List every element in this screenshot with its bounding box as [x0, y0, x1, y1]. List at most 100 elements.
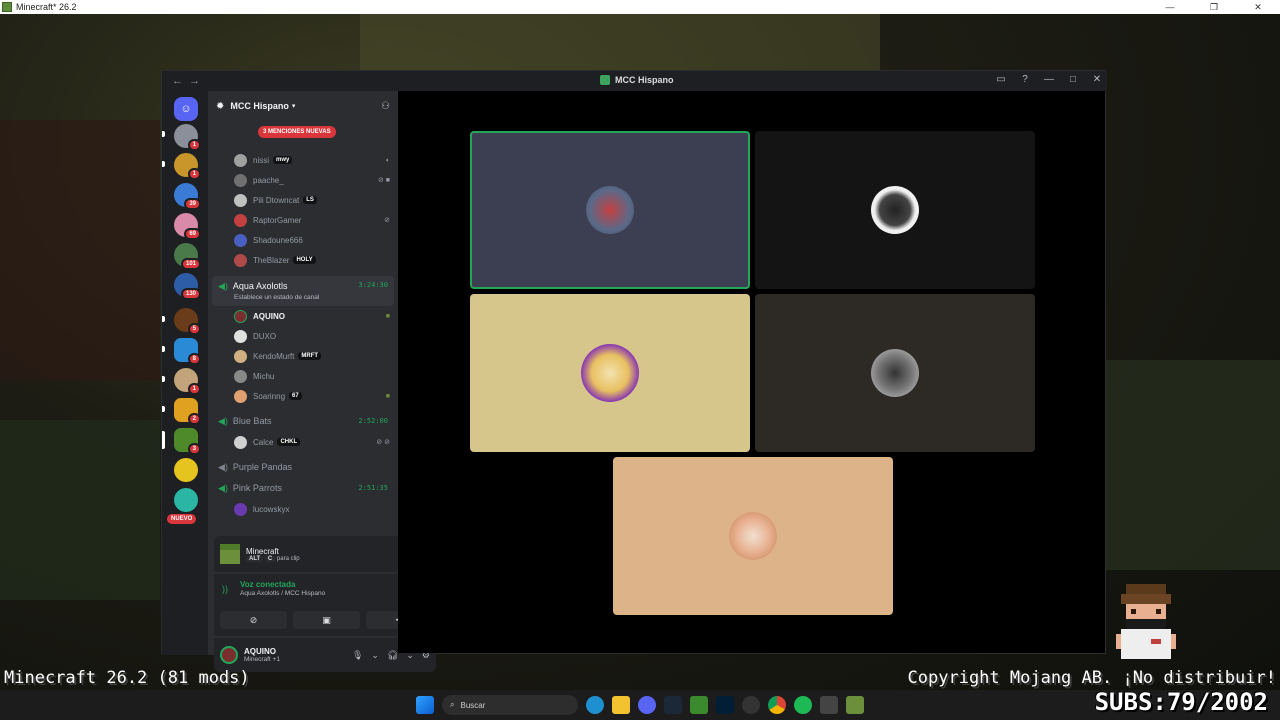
- mention-badge: 1: [187, 168, 201, 180]
- spotify-icon[interactable]: [794, 696, 812, 714]
- voice-channel-pink-parrots[interactable]: ◀) Pink Parrots 2:51:35: [212, 480, 394, 496]
- channel-status-prompt[interactable]: Establece un estado de canal: [234, 294, 319, 301]
- voice-user[interactable]: Pili Dtowncat LS: [234, 191, 390, 209]
- participant-tile[interactable]: [613, 457, 893, 615]
- voice-user[interactable]: lucowskyx: [234, 500, 390, 518]
- help-icon[interactable]: ?: [1019, 74, 1031, 85]
- chevron-down-icon[interactable]: ⌄: [371, 650, 379, 661]
- headphones-icon[interactable]: 🎧︎: [387, 650, 398, 661]
- unread-pip: [162, 316, 165, 322]
- channel-name: Purple Pandas: [232, 462, 292, 472]
- windows-start-icon[interactable]: [416, 696, 434, 714]
- invite-icon[interactable]: ⚇: [381, 101, 390, 112]
- minecraft-launcher-icon[interactable]: [690, 696, 708, 714]
- photoshop-icon[interactable]: [716, 696, 734, 714]
- file-explorer-icon[interactable]: [612, 696, 630, 714]
- voice-channel-purple-pandas[interactable]: ◀) Purple Pandas: [212, 459, 394, 475]
- discord-nav: ← →: [172, 75, 200, 87]
- voice-user[interactable]: KendoMurft MRFT: [234, 347, 390, 365]
- user-name: KendoMurft: [253, 351, 295, 361]
- discord-home-icon[interactable]: ☺: [174, 97, 198, 121]
- screen-share-button[interactable]: ▣: [293, 611, 360, 629]
- voice-user[interactable]: TheBlazer HOLY: [234, 251, 390, 269]
- voice-user[interactable]: RaptorGamer ⊘: [234, 211, 390, 229]
- server-icon-4[interactable]: 69: [174, 213, 201, 240]
- voice-user-self[interactable]: AQUINO ■: [234, 307, 390, 325]
- voice-user[interactable]: Soarinng 67 ■: [234, 387, 390, 405]
- participant-tile[interactable]: [470, 131, 750, 289]
- mic-icon[interactable]: 🎙︎: [352, 650, 363, 661]
- discord-titlebar: ← → MCC Hispano ▭ ? — □ ✕: [162, 71, 1107, 91]
- unread-pip: [162, 161, 165, 167]
- server-icon-12[interactable]: [174, 458, 198, 482]
- channel-timer: 3:24:30: [358, 281, 388, 289]
- taskbar-search[interactable]: ⌕ Buscar: [442, 695, 578, 715]
- discord-icon[interactable]: [638, 696, 656, 714]
- user-name: paache_: [253, 175, 284, 185]
- user-name: Pili Dtowncat: [253, 195, 300, 205]
- server-gear-icon: ✹: [216, 100, 225, 112]
- restore-icon[interactable]: ❐: [1192, 0, 1236, 14]
- server-icon-8[interactable]: 8: [174, 338, 201, 365]
- obs-icon[interactable]: [742, 696, 760, 714]
- app-icon[interactable]: [820, 696, 838, 714]
- minimize-icon[interactable]: —: [1148, 0, 1192, 14]
- voice-user[interactable]: paache_ ⊘ ■: [234, 171, 390, 189]
- new-pill[interactable]: NUEVO: [167, 514, 197, 524]
- selected-pip: [162, 431, 165, 449]
- participant-tile[interactable]: [470, 294, 750, 452]
- clip-hint: para clip: [276, 555, 300, 562]
- close-icon[interactable]: ✕: [1091, 74, 1103, 85]
- voice-user[interactable]: nissi mwy ◐: [234, 151, 390, 169]
- minecraft-window-title: Minecraft* 26.2: [16, 2, 77, 12]
- back-arrow-icon[interactable]: ←: [172, 75, 183, 87]
- avatar: [234, 173, 247, 187]
- server-header[interactable]: ✹ MCC Hispano ▾ ⚇: [208, 91, 398, 121]
- voice-channel-blue-bats[interactable]: ◀) Blue Bats 2:52:00: [212, 413, 394, 429]
- chrome-icon[interactable]: [768, 696, 786, 714]
- user-info[interactable]: AQUINO Minecraft +1: [244, 647, 280, 663]
- user-tag: HOLY: [293, 256, 316, 264]
- minecraft-icon[interactable]: [846, 696, 864, 714]
- discord-window: ← → MCC Hispano ▭ ? — □ ✕ ☺ 1 1 39 69 10…: [161, 70, 1107, 672]
- camera-off-button[interactable]: ⊘: [220, 611, 287, 629]
- forward-arrow-icon[interactable]: →: [189, 75, 200, 87]
- mention-badge: 3: [187, 443, 201, 455]
- unread-pip: [162, 376, 165, 382]
- channel-sidebar: ✹ MCC Hispano ▾ ⚇ 3 MENCIONES NUEVAS nis…: [208, 91, 436, 672]
- participant-tile[interactable]: [755, 294, 1035, 452]
- user-activity: Minecraft +1: [244, 656, 280, 663]
- voice-user[interactable]: Michu: [234, 367, 390, 385]
- server-icon-5[interactable]: 101: [174, 243, 201, 270]
- minimize-icon[interactable]: —: [1043, 74, 1055, 85]
- avatar: [234, 435, 247, 449]
- server-icon-1[interactable]: 1: [174, 124, 201, 151]
- user-name: lucowskyx: [253, 504, 290, 514]
- mentions-pill[interactable]: 3 MENCIONES NUEVAS: [258, 126, 336, 138]
- voice-user[interactable]: Calce CHKL ⊘ ⊘: [234, 433, 390, 451]
- server-icon-3[interactable]: 39: [174, 183, 201, 210]
- close-icon[interactable]: ✕: [1236, 0, 1280, 14]
- maximize-icon[interactable]: □: [1067, 74, 1079, 85]
- key-alt: ALT: [246, 555, 264, 562]
- voice-user[interactable]: Shadoune666: [234, 231, 390, 249]
- edge-icon[interactable]: [586, 696, 604, 714]
- steam-icon[interactable]: [664, 696, 682, 714]
- server-icon-2[interactable]: 1: [174, 153, 201, 180]
- user-name: Shadoune666: [253, 235, 303, 245]
- avatar[interactable]: [220, 646, 238, 664]
- server-icon-10[interactable]: 2: [174, 398, 201, 425]
- participant-tile[interactable]: [755, 131, 1035, 289]
- server-icon-mcc-hispano[interactable]: 3: [174, 428, 201, 455]
- user-name: RaptorGamer: [253, 215, 302, 225]
- server-rail: ☺ 1 1 39 69 101 130 5 8 1 2 3 NUEVO: [162, 91, 208, 655]
- server-icon-7[interactable]: 5: [174, 308, 201, 335]
- server-icon-13[interactable]: [174, 488, 198, 512]
- voice-user[interactable]: DUXO: [234, 327, 390, 345]
- voice-channel-aqua-axolotls[interactable]: ◀) Aqua Axolotls 3:24:30 Establece un es…: [212, 276, 394, 306]
- server-icon-6[interactable]: 130: [174, 273, 201, 300]
- server-icon-9[interactable]: 1: [174, 368, 201, 395]
- minecraft-version-text: Minecraft 26.2 (81 mods): [4, 668, 250, 688]
- user-name: Michu: [253, 371, 275, 381]
- inbox-icon[interactable]: ▭: [995, 74, 1007, 85]
